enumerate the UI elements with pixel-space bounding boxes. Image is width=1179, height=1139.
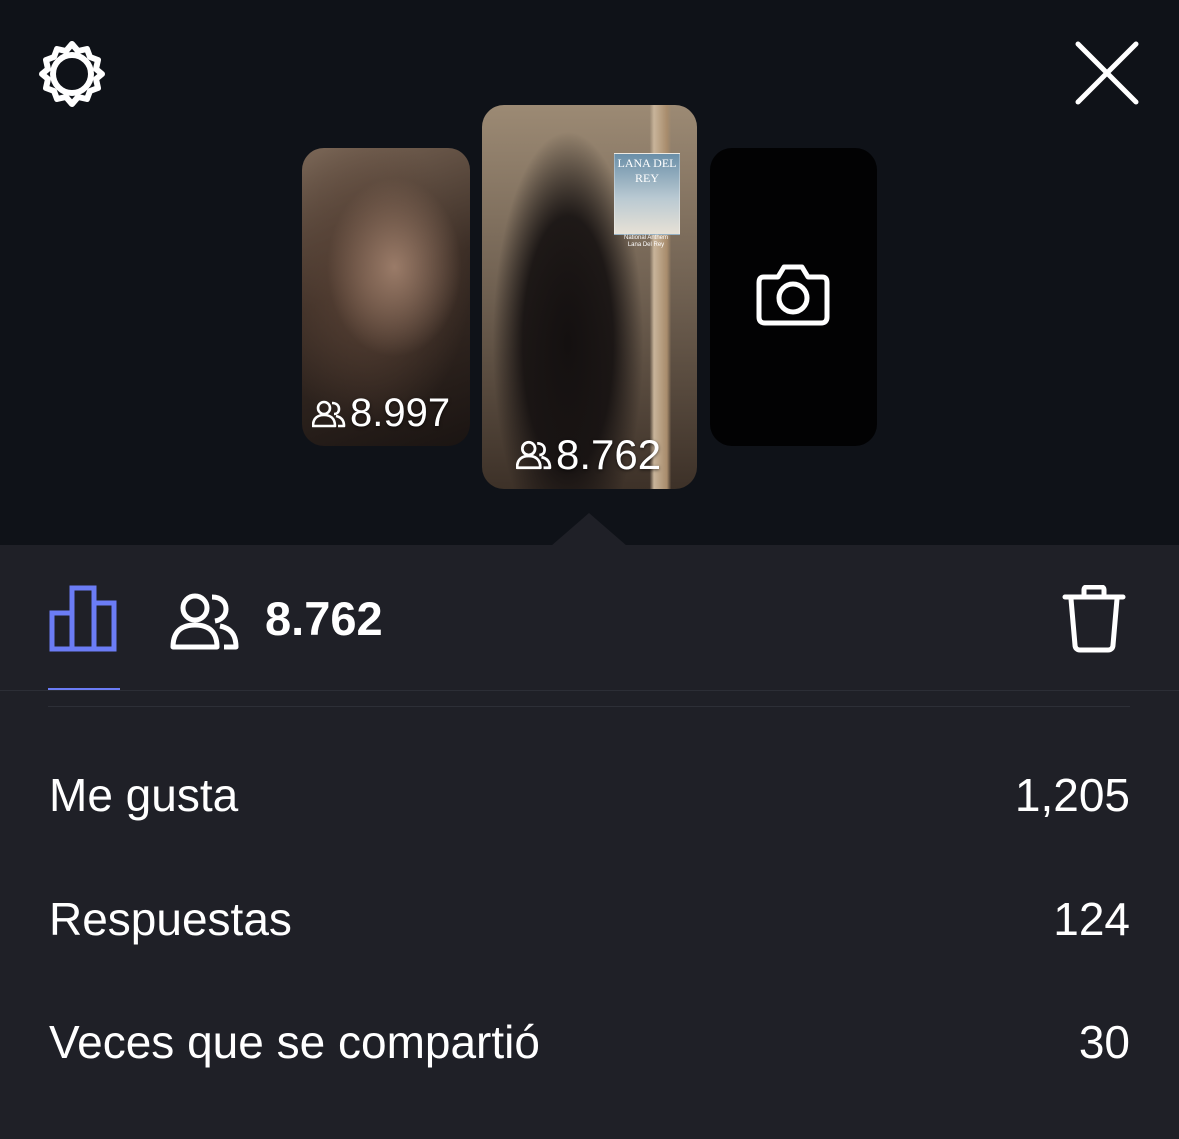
close-icon xyxy=(1075,41,1139,105)
stat-row-shares: Veces que se compartió 30 xyxy=(49,1012,1130,1072)
story-thumbnail-current[interactable]: LANA DEL REY National Anthem Lana Del Re… xyxy=(482,105,697,489)
selected-story-pointer xyxy=(551,513,627,546)
story-viewer-header: 8.997 LANA DEL REY National Anthem Lana … xyxy=(0,0,1179,546)
music-sticker-album-art: LANA DEL REY xyxy=(614,153,680,235)
gear-icon xyxy=(39,41,105,107)
stat-value: 124 xyxy=(1053,893,1130,945)
people-icon[interactable] xyxy=(170,591,240,651)
settings-button[interactable] xyxy=(36,38,108,110)
people-icon xyxy=(312,400,346,427)
bar-chart-icon xyxy=(49,585,117,652)
people-icon xyxy=(516,440,552,470)
stat-row-replies: Respuestas 124 xyxy=(49,889,1130,949)
stat-label: Veces que se compartió xyxy=(49,1016,540,1068)
add-story-camera-button[interactable] xyxy=(710,148,877,446)
story-thumbnail-previous[interactable]: 8.997 xyxy=(302,148,470,446)
viewers-count[interactable]: 8.762 xyxy=(265,591,383,647)
music-sticker-caption: National Anthem Lana Del Rey xyxy=(623,235,669,248)
delete-button[interactable] xyxy=(1062,584,1126,653)
stat-label: Me gusta xyxy=(49,769,239,821)
active-tab-indicator xyxy=(48,688,120,690)
stat-value: 1,205 xyxy=(1014,769,1130,821)
stat-value: 30 xyxy=(1078,1016,1130,1068)
tab-insights[interactable] xyxy=(48,585,120,689)
stat-label: Respuestas xyxy=(49,893,292,945)
story-viewers-count: 8.997 xyxy=(312,391,450,436)
camera-icon xyxy=(756,264,830,326)
stat-row-likes: Me gusta 1,205 xyxy=(49,765,1130,825)
divider xyxy=(48,706,1130,707)
close-button[interactable] xyxy=(1072,38,1142,108)
story-insights-panel: 8.762 Me gusta 1,205 Respuestas 124 Vece… xyxy=(0,545,1179,1139)
trash-icon xyxy=(1062,584,1126,653)
story-viewers-count: 8.762 xyxy=(516,431,661,479)
insights-tab-bar: 8.762 xyxy=(0,545,1179,691)
